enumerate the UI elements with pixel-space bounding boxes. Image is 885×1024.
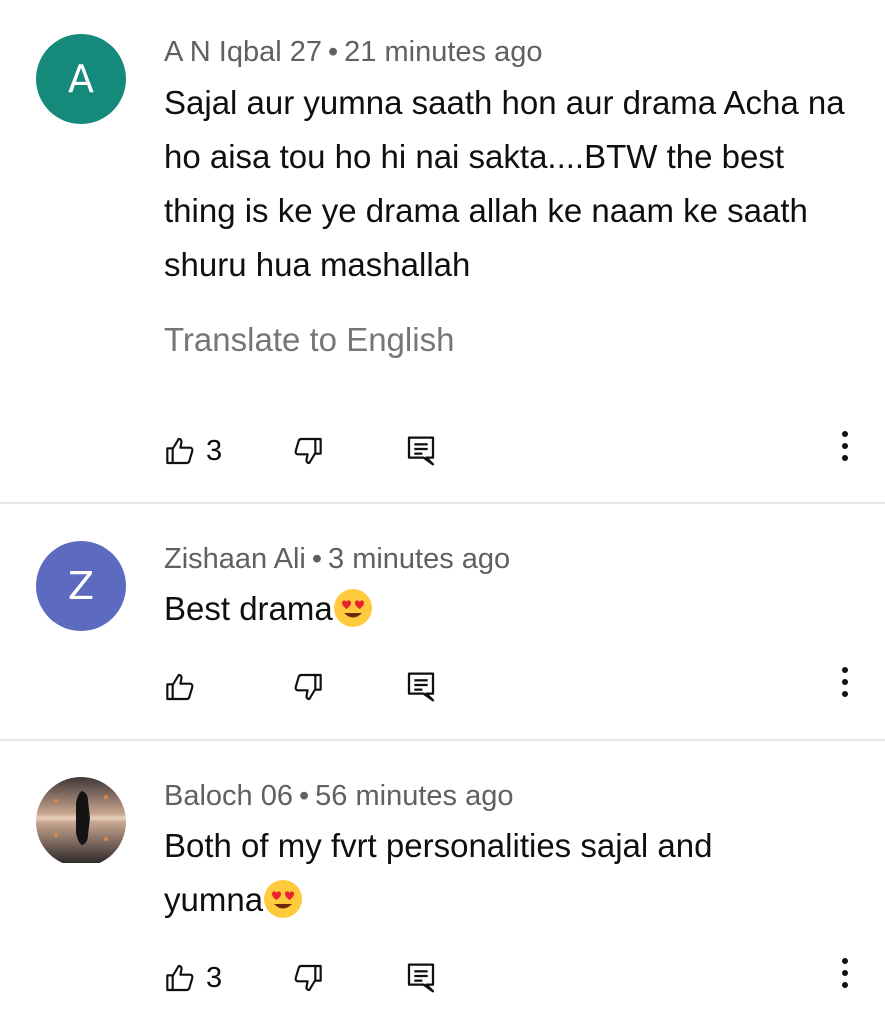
author-avatar[interactable]: A bbox=[36, 34, 126, 124]
comment-time[interactable]: 3 minutes ago bbox=[328, 543, 510, 575]
thumbs-up-icon bbox=[164, 962, 196, 994]
author-name[interactable]: A N Iqbal 27 bbox=[164, 36, 322, 68]
dislike-button[interactable] bbox=[292, 431, 324, 471]
like-button[interactable] bbox=[164, 667, 206, 707]
thumbs-down-icon bbox=[292, 435, 324, 467]
reply-button[interactable] bbox=[406, 431, 436, 471]
more-options-button[interactable] bbox=[830, 664, 860, 704]
comment-2: Z Zishaan Ali • 3 minutes ago Best drama bbox=[0, 504, 885, 740]
comment-1: A A N Iqbal 27 • 21 minutes ago Sajal aur … bbox=[0, 0, 885, 503]
meta-separator: • bbox=[299, 780, 310, 812]
avatar-letter: Z bbox=[67, 564, 95, 608]
comment-meta: Baloch 06 • 56 minutes ago bbox=[164, 778, 513, 814]
thumbs-up-icon bbox=[164, 435, 196, 467]
avatar-letter: A bbox=[68, 57, 94, 101]
comment-3: Baloch 06 • 56 minutes ago Both of my fvrt… bbox=[0, 741, 885, 1024]
comment-text-line: Best drama bbox=[164, 582, 864, 644]
reply-button[interactable] bbox=[406, 667, 436, 707]
comment-text: Best drama bbox=[164, 590, 333, 627]
comment-meta: Zishaan Ali • 3 minutes ago bbox=[164, 541, 510, 577]
comment-meta: A N Iqbal 27 • 21 minutes ago bbox=[164, 34, 542, 70]
dislike-button[interactable] bbox=[292, 958, 324, 998]
comment-text-line: Both of my fvrt personalities sajal and … bbox=[164, 819, 804, 935]
more-vertical-icon bbox=[840, 429, 850, 468]
translate-link[interactable]: Translate to English bbox=[164, 320, 454, 360]
thumbs-down-icon bbox=[292, 671, 324, 703]
reply-icon bbox=[406, 671, 436, 703]
silhouette-reflection-photo bbox=[36, 777, 126, 867]
comment-text: Sajal aur yumna saath hon aur drama Acha… bbox=[164, 84, 845, 283]
comment-time[interactable]: 56 minutes ago bbox=[315, 780, 513, 812]
meta-separator: • bbox=[311, 543, 323, 575]
author-avatar[interactable]: Z bbox=[36, 541, 126, 631]
author-name[interactable]: Baloch 06 bbox=[164, 780, 293, 812]
like-button[interactable]: 3 bbox=[164, 958, 222, 998]
more-options-button[interactable] bbox=[830, 955, 860, 995]
author-name[interactable]: Zishaan Ali bbox=[164, 543, 306, 575]
reply-button[interactable] bbox=[406, 958, 436, 998]
thumbs-up-icon bbox=[164, 671, 196, 703]
reply-icon bbox=[406, 435, 436, 467]
heart-eyes-emoji bbox=[333, 588, 373, 644]
like-button[interactable]: 3 bbox=[164, 431, 222, 471]
heart-eyes-emoji bbox=[263, 879, 303, 935]
more-options-button[interactable] bbox=[830, 428, 860, 468]
more-vertical-icon bbox=[840, 665, 850, 704]
like-count: 3 bbox=[206, 435, 223, 467]
dislike-button[interactable] bbox=[292, 667, 324, 707]
comment-text: Both of my fvrt personalities sajal and … bbox=[164, 827, 713, 918]
comment-time[interactable]: 21 minutes ago bbox=[344, 36, 542, 68]
author-avatar[interactable] bbox=[36, 777, 126, 867]
thumbs-down-icon bbox=[292, 962, 324, 994]
like-count: 3 bbox=[206, 962, 223, 994]
meta-separator: • bbox=[328, 36, 339, 68]
reply-icon bbox=[406, 962, 436, 994]
more-vertical-icon bbox=[840, 956, 850, 995]
